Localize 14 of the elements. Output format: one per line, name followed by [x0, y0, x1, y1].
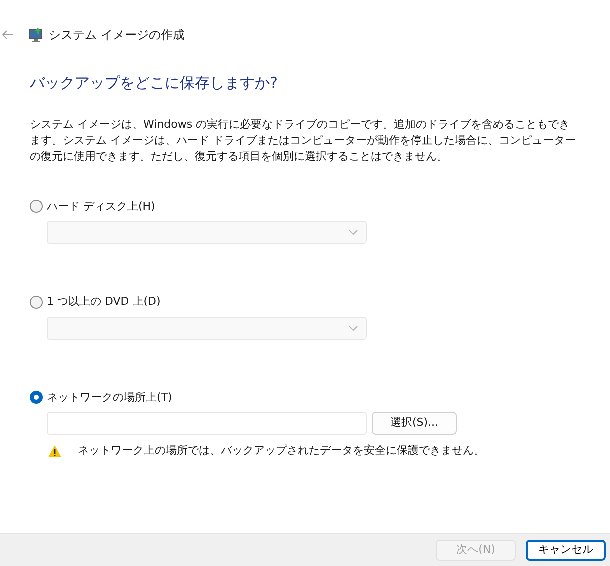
- back-arrow-icon[interactable]: [2, 30, 14, 40]
- page-heading: バックアップをどこに保存しますか?: [30, 73, 279, 94]
- radio-button[interactable]: [30, 391, 43, 404]
- location-field[interactable]: [47, 412, 367, 435]
- warning-text: ネットワーク上の場所では、バックアップされたデータを安全に保護できません。: [78, 443, 485, 459]
- chevron-down-icon: [349, 230, 358, 235]
- warning-icon: [48, 444, 62, 458]
- option-label[interactable]: ネットワークの場所上(T): [47, 390, 172, 406]
- computer-icon: [28, 27, 44, 43]
- footer-button[interactable]: キャンセル: [526, 540, 606, 560]
- window-title: システム イメージの作成: [49, 27, 185, 44]
- select-button[interactable]: 選択(S)...: [372, 412, 457, 435]
- description-text: システム イメージは、Windows の実行に必要なドライブのコピーです。追加のドライブを含めることもできます。システム イメージは、ハード ドライブまたはコンピューターが動作を停止した場合に、コンピューターの復元に使用できます。ただし、復元する項目を個別に選択することはできません。: [30, 116, 577, 164]
- chevron-down-icon: [349, 326, 358, 330]
